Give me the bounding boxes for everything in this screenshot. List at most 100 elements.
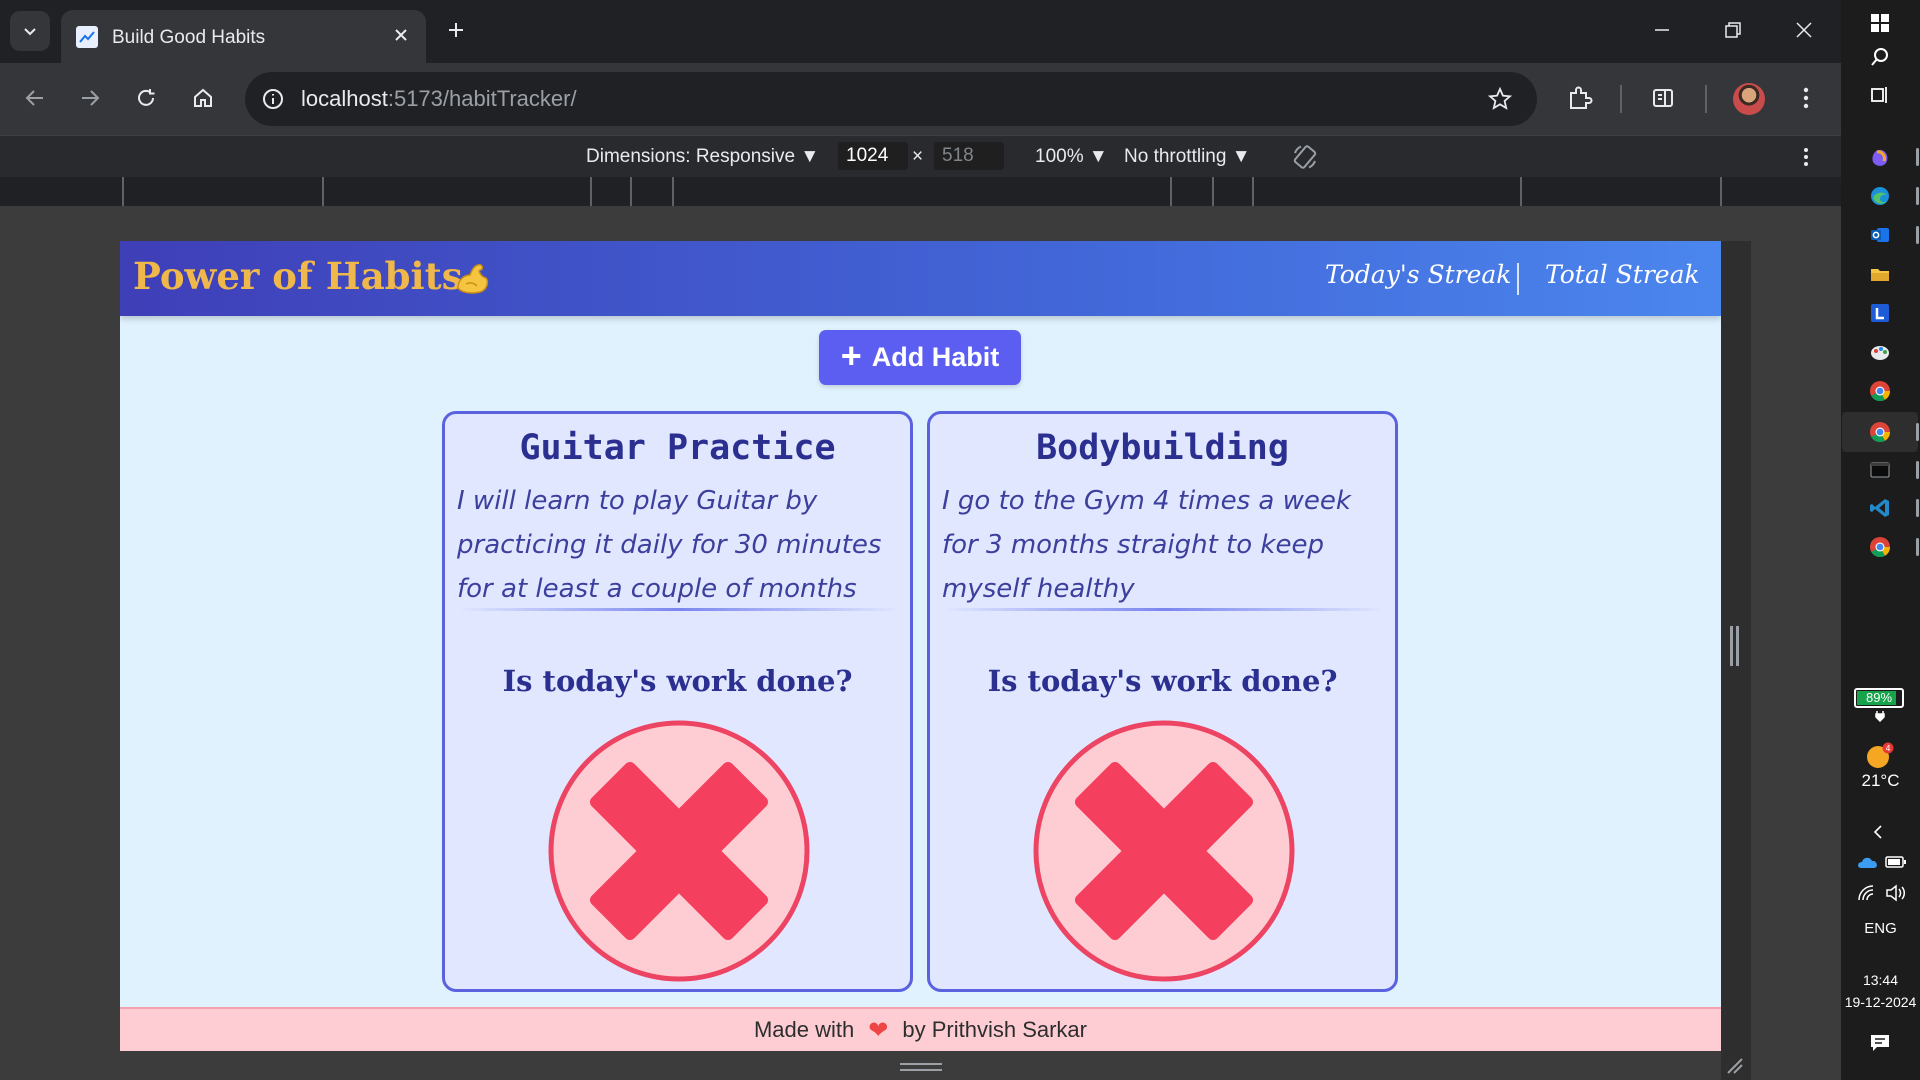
battery-indicator[interactable]: 89% (1854, 688, 1904, 708)
media-query-bar[interactable] (0, 177, 1841, 206)
browser-menu-button[interactable] (1786, 78, 1826, 118)
rotate-icon[interactable] (1290, 142, 1320, 172)
extensions-button[interactable] (1560, 78, 1600, 118)
media-query-segment[interactable] (672, 177, 1170, 206)
forward-button[interactable] (70, 78, 110, 118)
vscode-icon[interactable] (1865, 493, 1895, 523)
habit-card: Guitar Practice I will learn to play Gui… (442, 411, 913, 992)
resize-handle-right[interactable] (1730, 626, 1739, 666)
charging-plug-icon (1875, 711, 1885, 722)
file-explorer-icon[interactable] (1865, 259, 1895, 289)
habit-description: I go to the Gym 4 times a week for 3 mon… (942, 486, 1351, 604)
home-icon (194, 88, 212, 107)
total-streak-link[interactable]: Total Streak (1545, 260, 1700, 289)
bookmark-star-icon[interactable] (1485, 84, 1515, 114)
media-query-segment[interactable] (1252, 177, 1520, 206)
reading-list-button[interactable] (1643, 78, 1683, 118)
app-l-icon[interactable] (1865, 298, 1895, 328)
dimensions-dropdown[interactable]: Dimensions: Responsive ▼ (586, 146, 819, 168)
tab-close-button[interactable] (388, 22, 414, 48)
device-more-icon[interactable] (1796, 142, 1816, 172)
device-toolbar: Dimensions: Responsive ▼ 1024 × 518 100%… (0, 135, 1841, 177)
media-query-segment[interactable] (322, 177, 590, 206)
footer-made-with: Made with (753, 1017, 855, 1042)
habit-card: Bodybuilding I go to the Gym 4 times a w… (927, 411, 1398, 992)
browser-toolbar: localhost:5173/habitTracker/ (0, 63, 1841, 135)
edge-icon[interactable] (1865, 181, 1895, 211)
site-header: Power of Habits Today's Streak Total Str… (120, 241, 1721, 316)
sidepanel-icon (1653, 89, 1673, 107)
language-indicator[interactable]: ENG (1841, 920, 1920, 937)
not-done-cross-icon[interactable] (1033, 720, 1295, 982)
tab-strip: Build Good Habits (0, 0, 1841, 63)
running-indicator (1916, 499, 1919, 517)
arrow-left-icon (25, 90, 43, 106)
reload-icon (138, 89, 155, 106)
media-query-segment[interactable] (1520, 177, 1720, 206)
width-input[interactable]: 1024 (838, 142, 908, 170)
clock[interactable]: 13:44 19-12-2024 (1841, 969, 1920, 1013)
paint-icon[interactable] (1865, 337, 1895, 367)
flexed-biceps-icon (457, 264, 489, 294)
header-divider (1517, 263, 1519, 295)
windows-taskbar: 89% 4 21°C ENG 13:44 19-12-2024 (1841, 0, 1920, 1080)
temperature-text[interactable]: 21°C (1841, 771, 1920, 791)
height-input[interactable]: 518 (934, 142, 1004, 170)
notification-icon[interactable] (1869, 1032, 1891, 1054)
plus-icon (449, 23, 463, 37)
info-icon[interactable] (258, 84, 288, 114)
media-query-segment[interactable] (122, 177, 322, 206)
address-bar[interactable]: localhost:5173/habitTracker/ (245, 72, 1537, 126)
battery-saver-icon[interactable] (1885, 855, 1907, 869)
running-indicator (1916, 148, 1919, 166)
tab-search-button[interactable] (10, 11, 50, 51)
media-query-segment[interactable] (1720, 177, 1722, 206)
weather-sun-icon[interactable]: 4 (1865, 742, 1895, 770)
url-path: :5173/habitTracker/ (387, 86, 577, 111)
volume-icon[interactable] (1885, 884, 1907, 902)
throttling-dropdown[interactable]: No throttling ▼ (1124, 146, 1251, 168)
minimize-button[interactable] (1637, 10, 1687, 50)
home-button[interactable] (183, 78, 223, 118)
todays-streak-link[interactable]: Today's Streak (1325, 260, 1511, 289)
chevron-left-icon[interactable] (1871, 824, 1887, 840)
restore-button[interactable] (1708, 10, 1758, 50)
chrome-icon[interactable] (1865, 376, 1895, 406)
media-query-segment[interactable] (590, 177, 630, 206)
card-divider (459, 608, 899, 611)
habit-question: Is today's work done? (987, 664, 1338, 698)
habit-question: Is today's work done? (502, 664, 853, 698)
brand-title[interactable]: Power of Habits (133, 254, 463, 298)
wifi-icon[interactable] (1857, 884, 1877, 902)
back-button[interactable] (15, 78, 55, 118)
add-habit-button[interactable]: + Add Habit (819, 330, 1021, 385)
habit-tracker-page: Power of Habits Today's Streak Total Str… (120, 241, 1721, 1051)
search-icon[interactable] (1865, 42, 1895, 72)
media-query-segment[interactable] (630, 177, 672, 206)
running-indicator (1916, 461, 1919, 479)
close-icon (1796, 22, 1812, 38)
copilot-icon[interactable] (1865, 142, 1895, 172)
close-window-button[interactable] (1779, 10, 1829, 50)
media-query-segment[interactable] (1212, 177, 1252, 206)
url-text[interactable]: localhost:5173/habitTracker/ (301, 86, 577, 112)
media-query-segment[interactable] (1170, 177, 1212, 206)
new-tab-button[interactable] (441, 15, 471, 45)
onedrive-icon[interactable] (1857, 853, 1879, 871)
resize-handle-bottom[interactable] (900, 1063, 942, 1071)
profile-avatar[interactable] (1733, 83, 1765, 115)
not-done-cross-icon[interactable] (548, 720, 810, 982)
add-habit-label: Add Habit (871, 342, 1000, 372)
chrome-profile-icon[interactable] (1865, 417, 1895, 447)
outlook-icon[interactable] (1865, 220, 1895, 250)
task-view-icon[interactable] (1865, 80, 1895, 110)
chevron-down-icon (24, 28, 36, 36)
resize-corner-icon[interactable] (1724, 1055, 1744, 1075)
chrome-secondary-icon[interactable] (1865, 532, 1895, 562)
zoom-dropdown[interactable]: 100% ▼ (1035, 146, 1108, 168)
terminal-icon[interactable] (1865, 455, 1895, 485)
windows-start-icon[interactable] (1865, 8, 1895, 38)
arrow-right-icon (82, 90, 100, 106)
reload-button[interactable] (126, 78, 166, 118)
browser-tab[interactable]: Build Good Habits (61, 10, 426, 63)
